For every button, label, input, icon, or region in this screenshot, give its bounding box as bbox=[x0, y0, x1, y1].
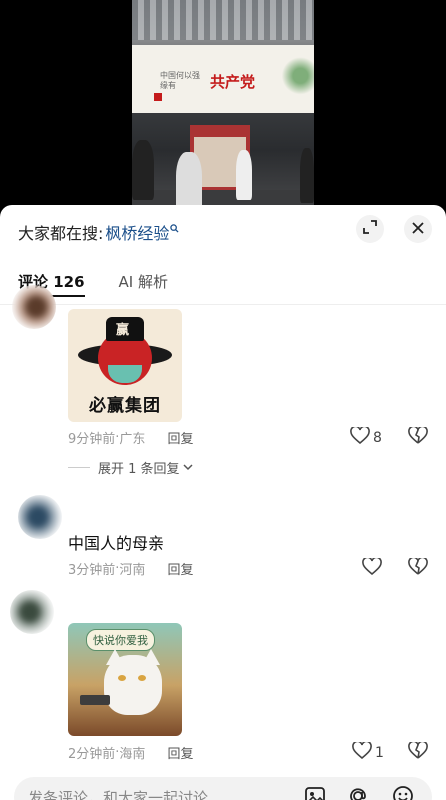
cat-gun bbox=[80, 695, 110, 705]
expand-icon bbox=[362, 219, 378, 239]
person bbox=[176, 152, 202, 212]
emoji-icon[interactable] bbox=[392, 785, 414, 800]
comment-meta: 2分钟前 · 海南 回复 bbox=[68, 743, 193, 762]
logo-text: 必赢集团 bbox=[89, 396, 161, 416]
logo-hat-char: 赢 bbox=[116, 323, 130, 338]
reply-button[interactable]: 回复 bbox=[167, 428, 193, 447]
expand-replies-label: 展开 1 条回复 bbox=[98, 462, 180, 477]
cat-eye bbox=[118, 675, 126, 681]
close-button[interactable] bbox=[404, 215, 432, 243]
billboard: 中国何以强 缘有 共产党 bbox=[132, 45, 314, 113]
heart-icon bbox=[350, 425, 370, 449]
expand-replies-button[interactable]: 展开 1 条回复 bbox=[68, 458, 193, 477]
ceiling bbox=[132, 0, 314, 40]
billboard-big-text: 共产党 bbox=[210, 73, 256, 91]
search-suggestion[interactable]: 大家都在搜: 枫桥经验 bbox=[18, 219, 179, 245]
comment-meta: 3分钟前 · 河南 回复 bbox=[68, 559, 193, 578]
like-button[interactable]: 1 bbox=[352, 740, 384, 764]
expand-button[interactable] bbox=[356, 215, 384, 243]
heart-icon bbox=[352, 740, 372, 764]
comment-time: 3分钟前 bbox=[68, 563, 116, 578]
comment-input[interactable]: 发条评论，和大家一起讨论 bbox=[28, 787, 208, 800]
billboard-small-text: 中国何以强 缘有 bbox=[160, 71, 200, 90]
image-bubble: 快说你爱我 bbox=[86, 629, 155, 651]
broken-heart-icon bbox=[408, 740, 428, 764]
dislike-button[interactable] bbox=[408, 425, 428, 449]
tab-ai-label: AI 解析 bbox=[118, 273, 169, 291]
like-count: 8 bbox=[373, 430, 382, 446]
comment-time: 2分钟前 bbox=[68, 747, 116, 762]
person bbox=[300, 148, 314, 203]
tab-ai-analysis[interactable]: AI 解析 bbox=[119, 271, 168, 292]
heart-icon bbox=[362, 556, 382, 580]
comment-location: 广东 bbox=[119, 432, 146, 447]
comment-location: 河南 bbox=[119, 563, 146, 578]
comment-time: 9分钟前 bbox=[68, 432, 116, 447]
dislike-button[interactable] bbox=[408, 556, 428, 580]
at-icon[interactable] bbox=[347, 785, 369, 800]
search-prefix: 大家都在搜: bbox=[18, 224, 104, 243]
dislike-button[interactable] bbox=[408, 740, 428, 764]
like-button[interactable]: 8 bbox=[350, 425, 382, 449]
video-player[interactable]: 中国何以强 缘有 共产党 bbox=[0, 0, 446, 215]
search-link[interactable]: 枫桥经验 bbox=[105, 220, 169, 244]
avatar[interactable] bbox=[18, 495, 62, 539]
comment-text: 中国人的母亲 bbox=[68, 534, 165, 553]
cat-eye bbox=[138, 675, 146, 681]
avatar[interactable] bbox=[12, 285, 56, 329]
chevron-down-icon bbox=[183, 460, 193, 475]
reply-button[interactable]: 回复 bbox=[167, 743, 193, 762]
comment-meta: 9分钟前 · 广东 回复 bbox=[68, 428, 193, 447]
broken-heart-icon bbox=[408, 556, 428, 580]
search-icon bbox=[170, 223, 179, 236]
image-icon[interactable] bbox=[304, 785, 326, 800]
billboard-branch bbox=[280, 55, 314, 107]
comment-sheet: 大家都在搜: 枫桥经验 评论 126 AI 解析 赢 必赢集团 9分钟前 · 广… bbox=[0, 205, 446, 800]
comment-location: 海南 bbox=[119, 747, 146, 762]
person bbox=[236, 150, 252, 200]
video-frame: 中国何以强 缘有 共产党 bbox=[132, 0, 314, 215]
comment-image[interactable]: 赢 必赢集团 bbox=[68, 309, 182, 422]
reply-button[interactable]: 回复 bbox=[167, 559, 193, 578]
billboard-seal bbox=[154, 93, 162, 101]
expand-line bbox=[68, 467, 90, 468]
avatar[interactable] bbox=[10, 590, 54, 634]
person bbox=[132, 140, 154, 200]
close-icon bbox=[411, 220, 425, 239]
cat-face bbox=[104, 655, 162, 715]
tabs-divider bbox=[0, 304, 446, 305]
like-button[interactable] bbox=[362, 556, 382, 580]
comment-input-bar[interactable]: 发条评论，和大家一起讨论 bbox=[14, 777, 432, 800]
like-count: 1 bbox=[375, 745, 384, 761]
comment-image[interactable]: 快说你爱我 bbox=[68, 623, 182, 736]
broken-heart-icon bbox=[408, 425, 428, 449]
